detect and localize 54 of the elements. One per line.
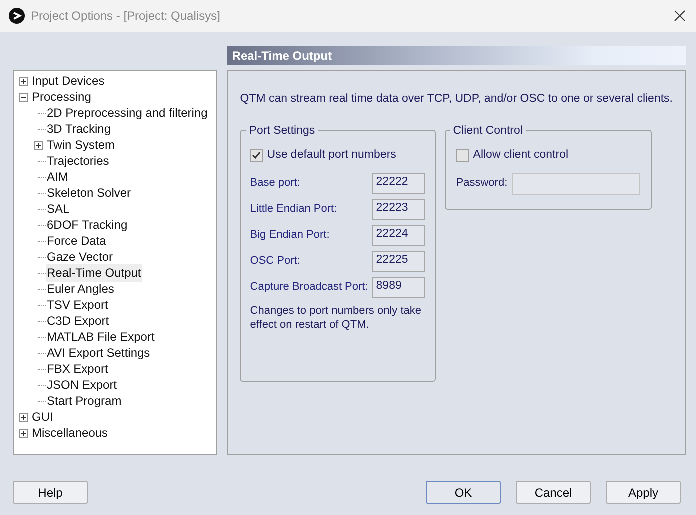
- tree-item[interactable]: Euler Angles: [46, 280, 116, 298]
- port-field[interactable]: 22222: [372, 172, 426, 194]
- checkbox[interactable]: [456, 149, 470, 162]
- checkbox-label[interactable]: Use default port numbers: [267, 147, 396, 164]
- collapse-icon[interactable]: [19, 92, 28, 102]
- port-label: Base port:: [250, 176, 302, 191]
- tree-item[interactable]: AIM: [46, 168, 70, 186]
- expand-icon[interactable]: [19, 412, 28, 422]
- close-icon[interactable]: [674, 10, 686, 22]
- window-title: Project Options - [Project: Qualisys]: [31, 8, 220, 25]
- tree-item[interactable]: Skeleton Solver: [46, 184, 132, 202]
- port-field[interactable]: 22225: [372, 250, 426, 272]
- expand-icon[interactable]: [19, 76, 28, 86]
- description: QTM can stream real time data over TCP, UDP, and/or OSC to one or several clients.: [240, 92, 673, 107]
- port-field[interactable]: 22224: [372, 224, 426, 246]
- tree-item[interactable]: Twin System: [46, 136, 116, 154]
- cancel-button[interactable]: Cancel: [516, 481, 591, 504]
- tree-item[interactable]: Input Devices: [31, 72, 106, 90]
- tree-item[interactable]: Gaze Vector: [46, 248, 114, 266]
- tree-item[interactable]: AVI Export Settings: [46, 344, 152, 362]
- tree-item[interactable]: Miscellaneous: [31, 424, 110, 442]
- tree-item[interactable]: GUI: [31, 408, 54, 426]
- expand-icon[interactable]: [34, 140, 43, 150]
- tree-item[interactable]: JSON Export: [46, 376, 118, 394]
- tree-item[interactable]: TSV Export: [46, 296, 110, 314]
- ok-button[interactable]: OK: [426, 481, 501, 504]
- tree-item[interactable]: Trajectories: [46, 152, 110, 170]
- port-field[interactable]: 8989: [372, 276, 426, 298]
- tree-item[interactable]: 6DOF Tracking: [46, 216, 129, 234]
- app-logo-icon: [9, 8, 25, 24]
- tree-item[interactable]: SAL: [46, 200, 71, 218]
- tree-item[interactable]: 3D Tracking: [46, 120, 112, 138]
- port-label: Capture Broadcast Port:: [250, 280, 370, 295]
- port-label: Big Endian Port:: [250, 228, 331, 243]
- tree-item[interactable]: MATLAB File Export: [46, 328, 156, 346]
- tree-item[interactable]: Processing: [31, 88, 92, 106]
- checkbox-label[interactable]: Allow client control: [473, 147, 569, 164]
- tree-item[interactable]: C3D Export: [46, 312, 110, 330]
- tree-item[interactable]: Start Program: [46, 392, 123, 410]
- port-label: OSC Port:: [250, 254, 302, 269]
- tree-item[interactable]: 2D Preprocessing and filtering: [46, 104, 209, 122]
- checkbox[interactable]: [250, 149, 264, 162]
- help-button[interactable]: Help: [13, 481, 88, 504]
- page-header: Real-Time Output: [227, 46, 686, 65]
- tree-item[interactable]: Real-Time Output: [46, 264, 142, 282]
- port-label: Little Endian Port:: [250, 202, 338, 217]
- tree-item[interactable]: FBX Export: [46, 360, 110, 378]
- port-field[interactable]: 22223: [372, 198, 426, 220]
- note: Changes to port numbers only take effect on restart of QTM.: [250, 304, 422, 332]
- tree-item[interactable]: Force Data: [46, 232, 108, 250]
- apply-button[interactable]: Apply: [606, 481, 681, 504]
- password-label: Password:: [456, 176, 509, 192]
- expand-icon[interactable]: [19, 428, 28, 438]
- password-field[interactable]: [512, 172, 640, 194]
